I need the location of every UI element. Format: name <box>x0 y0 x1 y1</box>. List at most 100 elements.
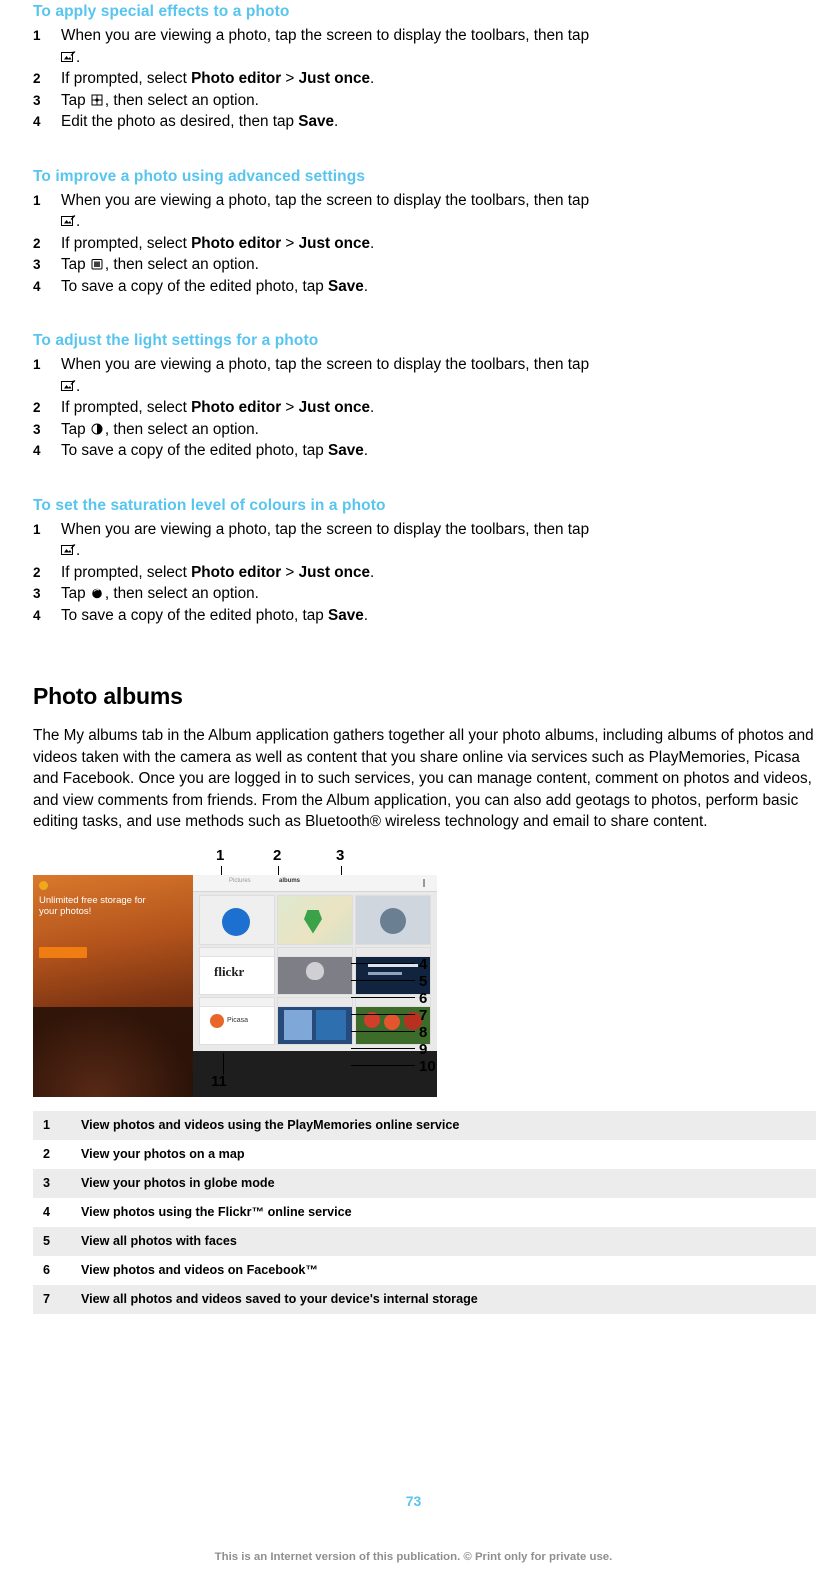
screenshot-tile-faces <box>277 946 353 995</box>
footer-note: This is an Internet version of this publ… <box>214 1551 613 1563</box>
figure-callout-8: 8 <box>419 1023 428 1041</box>
step-number: 1 <box>33 192 41 208</box>
figure-leader-line <box>351 979 415 981</box>
step-text-post: . <box>76 213 81 230</box>
step-item: 1 When you are viewing a photo, tap the … <box>33 25 816 68</box>
table-row: 4 View photos using the Flickr™ online s… <box>33 1198 816 1227</box>
table-row: 3 View your photos in globe mode <box>33 1168 816 1198</box>
face-silhouette <box>306 961 324 980</box>
figure-leader-line <box>351 1047 415 1049</box>
ad-line-1: Unlimited free storage for <box>39 894 146 906</box>
step-text: If prompted, select <box>61 399 192 416</box>
step-text: If prompted, select <box>61 563 192 581</box>
picasa-icon <box>210 1013 224 1028</box>
flickr-logo: flickr <box>214 963 245 979</box>
step-text: When you are viewing a photo, tap the sc… <box>61 356 590 373</box>
screenshot-ad-button <box>39 946 87 958</box>
step-number: 2 <box>33 71 41 86</box>
step-text: Tap <box>61 256 90 273</box>
step-text: When you are viewing a photo, tap the sc… <box>61 191 590 209</box>
screenshot-ad-banner: Unlimited free storage for your photos! <box>39 895 189 939</box>
step-number: 3 <box>33 92 41 108</box>
page-content: To apply special effects to a photo 1 Wh… <box>33 0 816 1314</box>
step-text: If prompted, select <box>61 234 192 252</box>
figure-callout-9: 9 <box>419 1040 428 1058</box>
playmemories-icon <box>222 907 250 936</box>
facebook-thumb-line <box>368 963 418 967</box>
figure-leader-line <box>351 1013 415 1015</box>
step-bold-just-once: Just once <box>298 563 371 581</box>
steps-list-2: 1 When you are viewing a photo, tap the … <box>33 190 816 298</box>
step-sep: > <box>281 563 299 581</box>
step-number: 4 <box>33 443 41 458</box>
storage-thumb <box>284 1009 312 1040</box>
step-item: 2 If prompted, select Photo editor > Jus… <box>33 233 816 255</box>
photo-editor-icon <box>61 379 76 394</box>
photo-thumb-tomato <box>384 1013 400 1030</box>
ad-line-2: your photos! <box>39 905 92 917</box>
step-item: 1 When you are viewing a photo, tap the … <box>33 190 816 233</box>
step-sep: > <box>281 399 299 416</box>
legend-text: View photos and videos using the PlayMem… <box>81 1110 816 1140</box>
figure-callout-4: 4 <box>419 955 428 973</box>
figure-callout-6: 6 <box>419 989 428 1007</box>
step-item: 4 To save a copy of the edited photo, ta… <box>33 605 816 627</box>
screenshot-tile-globe <box>355 894 431 945</box>
step-item: 3 Tap , then select an option. <box>33 254 816 276</box>
legend-index: 7 <box>33 1284 81 1314</box>
step-text: Tap <box>61 91 90 109</box>
legend-index: 4 <box>43 1204 51 1219</box>
table-row: 6 View photos and videos on Facebook™ <box>33 1256 816 1285</box>
step-text: To save a copy of the edited photo, tap <box>61 442 329 459</box>
figure-callout-10: 10 <box>419 1057 436 1075</box>
figure-leader-line <box>351 962 415 964</box>
figure-callout-3: 3 <box>336 846 345 864</box>
table-row: 2 View your photos on a map <box>33 1140 816 1169</box>
step-text-post: , then select an option. <box>104 256 259 273</box>
step-text: Tap <box>61 585 90 602</box>
legend-index: 5 <box>33 1226 81 1256</box>
table-row: 1 View photos and videos using the PlayM… <box>33 1110 816 1140</box>
photo-editor-icon <box>61 214 76 229</box>
step-number: 3 <box>33 421 41 437</box>
step-number: 1 <box>33 357 41 372</box>
step-text-post: . <box>370 563 375 581</box>
figure-leader-line <box>351 996 415 998</box>
facebook-thumb-line <box>368 971 402 975</box>
legend-index: 2 <box>43 1146 51 1161</box>
step-sep: > <box>281 70 299 87</box>
step-text-post: . <box>363 277 369 295</box>
step-number: 4 <box>33 278 41 294</box>
photo-editor-icon <box>61 543 76 558</box>
step-text-post: , then select an option. <box>104 585 259 602</box>
step-item: 2 If prompted, select Photo editor > Jus… <box>33 562 816 584</box>
legend-text: View photos using the Flickr™ online ser… <box>81 1204 352 1219</box>
step-item: 1 When you are viewing a photo, tap the … <box>33 354 816 397</box>
tile-label-bar <box>200 997 274 1007</box>
table-row: 7 View all photos and videos saved to yo… <box>33 1284 816 1314</box>
step-item: 3 Tap , then select an option. <box>33 419 816 441</box>
figure-legend-table: 1 View photos and videos using the PlayM… <box>33 1110 816 1314</box>
figure-callout-7: 7 <box>419 1006 428 1024</box>
figure-callout-5: 5 <box>419 972 428 990</box>
step-number: 2 <box>33 400 41 415</box>
photo-albums-paragraph: The My albums tab in the Album applicati… <box>33 727 814 830</box>
screenshot-tile-picasa: Picasa <box>199 996 275 1045</box>
step-item: 3 Tap , then select an option. <box>33 583 816 605</box>
section-heading-4: To set the saturation level of colours i… <box>33 496 386 514</box>
step-text: Edit the photo as desired, then tap <box>61 113 299 130</box>
step-text-post: . <box>363 442 369 459</box>
legend-text: View your photos on a map <box>81 1146 245 1161</box>
screenshot-tabbar: Pictures albums <box>193 874 437 892</box>
screenshot-tile-map <box>277 894 353 945</box>
storage-thumb <box>316 1009 346 1040</box>
photo-editor-icon <box>61 50 76 65</box>
tile-label-bar <box>278 997 352 1007</box>
step-bold-photo-editor: Photo editor <box>191 399 282 416</box>
step-text-post: . <box>76 542 81 559</box>
album-app-screenshot: Unlimited free storage for your photos! … <box>33 874 437 1097</box>
step-item: 4 To save a copy of the edited photo, ta… <box>33 276 816 298</box>
steps-list-4: 1 When you are viewing a photo, tap the … <box>33 519 816 627</box>
legend-index: 3 <box>33 1168 81 1198</box>
step-bold-just-once: Just once <box>298 399 371 416</box>
